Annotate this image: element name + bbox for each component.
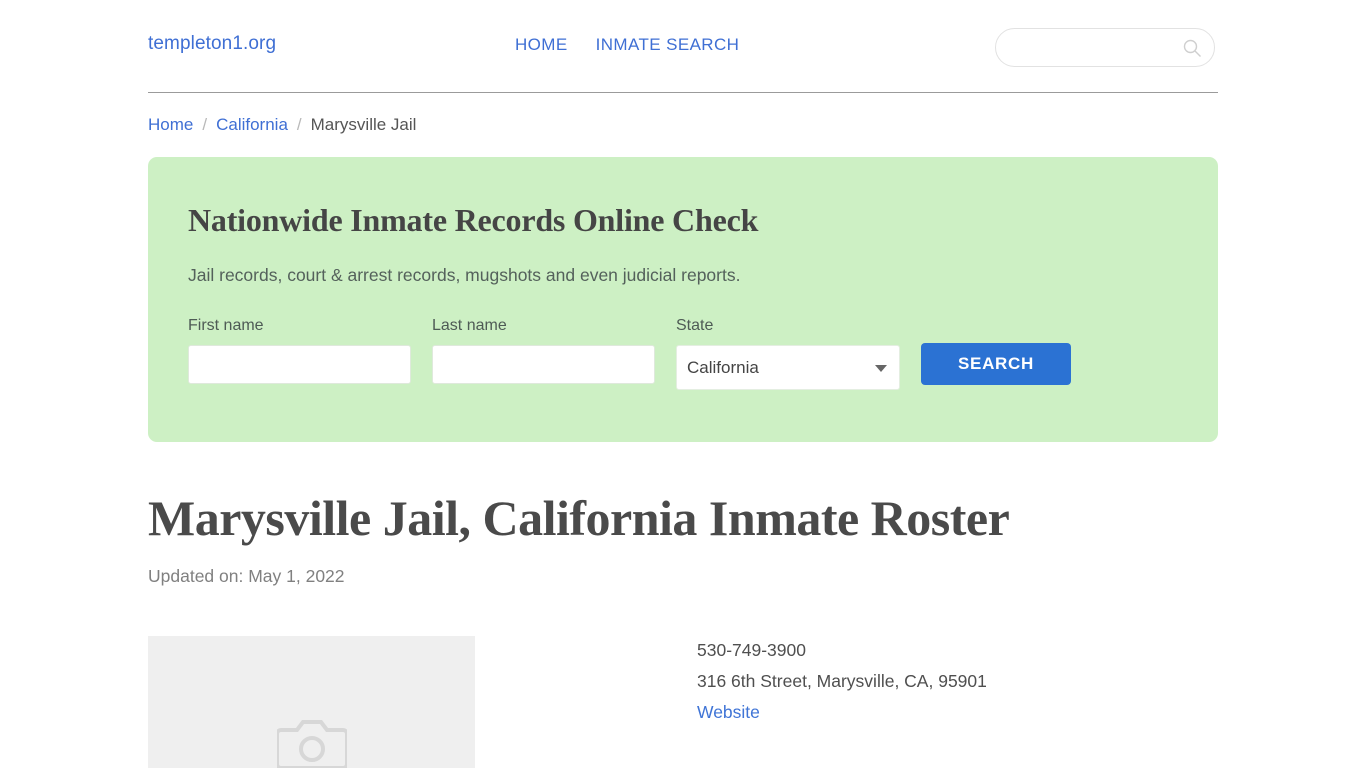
site-header: templeton1.org HOME INMATE SEARCH — [148, 0, 1218, 93]
first-name-field-group: First name — [188, 317, 411, 384]
last-name-field-group: Last name — [432, 317, 655, 384]
search-input[interactable] — [1012, 29, 1172, 66]
facility-contact-info: 530-749-3900 316 6th Street, Marysville,… — [697, 640, 987, 723]
facility-photo-placeholder — [148, 636, 475, 768]
nav-item-inmate-search[interactable]: INMATE SEARCH — [596, 35, 740, 55]
search-button[interactable]: SEARCH — [921, 343, 1071, 385]
page-title: Marysville Jail, California Inmate Roste… — [148, 490, 1010, 546]
inmate-search-form: First name Last name State California SE… — [188, 317, 1071, 390]
breadcrumb: Home / California / Marysville Jail — [148, 115, 416, 135]
breadcrumb-item-current: Marysville Jail — [310, 115, 417, 134]
breadcrumb-item-home[interactable]: Home — [148, 115, 193, 135]
main-nav: HOME INMATE SEARCH — [515, 35, 739, 55]
facility-phone: 530-749-3900 — [697, 640, 806, 660]
updated-date: Updated on: May 1, 2022 — [148, 566, 345, 586]
breadcrumb-separator: / — [202, 115, 208, 134]
last-name-input[interactable] — [432, 345, 655, 384]
header-search-box[interactable] — [995, 28, 1215, 67]
search-icon — [1183, 39, 1201, 57]
site-logo[interactable]: templeton1.org — [148, 33, 276, 55]
page-root: templeton1.org HOME INMATE SEARCH Home /… — [0, 0, 1366, 768]
state-field-group: State California — [676, 317, 900, 390]
breadcrumb-item-california[interactable]: California — [216, 115, 288, 135]
banner-title: Nationwide Inmate Records Online Check — [188, 202, 759, 238]
banner-subtitle: Jail records, court & arrest records, mu… — [188, 265, 741, 285]
nav-item-home[interactable]: HOME — [515, 35, 568, 55]
state-select[interactable]: California — [676, 345, 900, 390]
first-name-input[interactable] — [188, 345, 411, 384]
camera-icon — [276, 720, 347, 768]
facility-website-link[interactable]: Website — [697, 702, 760, 722]
last-name-label: Last name — [432, 317, 507, 334]
first-name-label: First name — [188, 317, 264, 334]
inmate-search-banner: Nationwide Inmate Records Online Check J… — [148, 157, 1218, 442]
breadcrumb-separator: / — [296, 115, 302, 134]
state-label: State — [676, 317, 714, 334]
facility-address: 316 6th Street, Marysville, CA, 95901 — [697, 671, 987, 691]
